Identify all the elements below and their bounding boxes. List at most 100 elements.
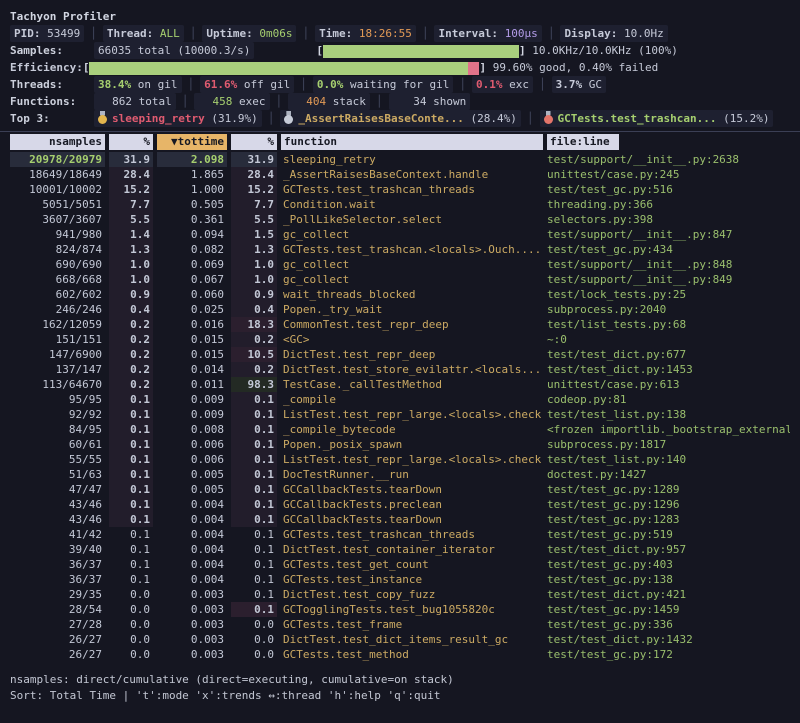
pct-cumulative-cell: 15.2 [231,182,277,197]
column-header-pct-direct[interactable]: % [109,134,153,150]
functions-stack-unit: stack [333,95,366,108]
separator: │ [90,27,97,40]
file-line: test/test_gc.py:516 [547,182,790,197]
table-row[interactable]: 29/350.00.0030.1DictTest.test_copy_fuzzt… [10,587,790,602]
table-row[interactable]: 95/950.10.0090.1_compilecodeop.py:81 [10,392,790,407]
table-row[interactable]: 246/2460.40.0250.4Popen._try_waitsubproc… [10,302,790,317]
interval-label: Interval: [438,27,498,40]
pct-direct-cell: 1.3 [109,242,153,257]
table-row[interactable]: 20978/2097931.92.09831.9sleeping_retryte… [10,152,790,167]
table-row[interactable]: 92/920.10.0090.1ListTest.test_repr_large… [10,407,790,422]
file-line: test/support/__init__.py:848 [547,257,790,272]
nsamples-cell: 51/63 [10,467,105,482]
bar-open-bracket: [ [83,61,90,74]
pct-cumulative-cell: 0.1 [231,392,277,407]
separator: │ [539,78,546,91]
table-row[interactable]: 41/420.10.0040.1GCTests.test_trashcan_th… [10,527,790,542]
table-row[interactable]: 10001/1000215.21.00015.2GCTests.test_tra… [10,182,790,197]
pct-direct-cell: 1.0 [109,257,153,272]
table-row[interactable]: 26/270.00.0030.0GCTests.test_methodtest/… [10,647,790,662]
table-row[interactable]: 51/630.10.0050.1DocTestRunner.__rundocte… [10,467,790,482]
pct-direct-cell: 0.9 [109,287,153,302]
file-line: unittest/case.py:245 [547,167,790,182]
table-row[interactable]: 28/540.00.0030.1GCTogglingTests.test_bug… [10,602,790,617]
function-name: _compile_bytecode [281,422,543,437]
pct-cumulative-cell: 0.0 [231,632,277,647]
table-row[interactable]: 36/370.10.0040.1GCTests.test_get_countte… [10,557,790,572]
thread-field[interactable]: Thread: ALL [103,25,184,42]
function-name: gc_collect [281,272,543,287]
function-name: _compile [281,392,543,407]
column-header-pct-cumulative[interactable]: % [231,134,277,150]
top3-row: Top 3:sleeping_retry (31.9%)│_AssertRais… [10,110,790,127]
table-row[interactable]: 162/120590.20.01618.3CommonTest.test_rep… [10,317,790,332]
column-header-function[interactable]: function [281,134,543,150]
bar-open-bracket: [ [316,44,323,57]
table-row[interactable]: 43/460.10.0040.1GCCallbackTests.preclean… [10,497,790,512]
pct-cumulative-cell: 0.9 [231,287,277,302]
table-row[interactable]: 147/69000.20.01510.5DictTest.test_repr_d… [10,347,790,362]
table-row[interactable]: 941/9801.40.0941.5gc_collecttest/support… [10,227,790,242]
nsamples-cell: 18649/18649 [10,167,105,182]
functions-total: 862 total [94,93,176,110]
pct-direct-cell: 28.4 [109,167,153,182]
function-name: DictTest.test_container_iterator [281,542,543,557]
table-row[interactable]: 26/270.00.0030.0DictTest.test_dict_items… [10,632,790,647]
table-row[interactable]: 668/6681.00.0671.0gc_collecttest/support… [10,272,790,287]
pct-direct-cell: 0.1 [109,482,153,497]
table-row[interactable]: 5051/50517.70.5057.7Condition.waitthread… [10,197,790,212]
table-row[interactable]: 113/646700.20.01198.3TestCase._callTestM… [10,377,790,392]
table-row[interactable]: 824/8741.30.0821.3GCTests.test_trashcan.… [10,242,790,257]
top3-item-3: GCTests.test_trashcan... (15.2%) [540,110,774,127]
pct-direct-cell: 0.1 [109,572,153,587]
column-header-tottime-sorted[interactable]: ▼tottime [157,134,227,150]
time-label: Time: [319,27,352,40]
table-row[interactable]: 602/6020.90.0600.9wait_threads_blockedte… [10,287,790,302]
display-field: Display: 10.0Hz [560,25,667,42]
file-line: test/list_tests.py:68 [547,317,790,332]
nsamples-cell: 92/92 [10,407,105,422]
file-line: test/test_dict.py:957 [547,542,790,557]
table-row[interactable]: 36/370.10.0040.1GCTests.test_instancetes… [10,572,790,587]
nsamples-cell: 47/47 [10,482,105,497]
pct-cumulative-cell: 0.1 [231,542,277,557]
status-bar: PID: 53499│Thread: ALL│Uptime: 0m06s│Tim… [10,25,790,42]
threads-gc: 3.7% GC [552,76,606,93]
function-name: GCTests.test_instance [281,572,543,587]
tottime-cell: 0.009 [157,392,227,407]
bronze-medal-icon [544,111,553,124]
nsamples-cell: 941/980 [10,227,105,242]
table-row[interactable]: 55/550.10.0060.1ListTest.test_repr_large… [10,452,790,467]
table-row[interactable]: 27/280.00.0030.0GCTests.test_frametest/t… [10,617,790,632]
nsamples-cell: 95/95 [10,392,105,407]
table-row[interactable]: 43/460.10.0040.1GCCallbackTests.tearDown… [10,512,790,527]
function-name: GCTests.test_frame [281,617,543,632]
pct-direct-cell: 0.1 [109,407,153,422]
table-row[interactable]: 151/1510.20.0150.2<GC>~:0 [10,332,790,347]
table-row[interactable]: 690/6901.00.0691.0gc_collecttest/support… [10,257,790,272]
function-name: DictTest.test_repr_deep [281,347,543,362]
pct-direct-cell: 5.5 [109,212,153,227]
pct-direct-cell: 0.2 [109,332,153,347]
tottime-cell: 1.865 [157,167,227,182]
table-row[interactable]: 47/470.10.0050.1GCCallbackTests.tearDown… [10,482,790,497]
top3-pct-2: (28.4%) [471,112,517,125]
table-row[interactable]: 60/610.10.0060.1Popen._posix_spawnsubpro… [10,437,790,452]
file-line: <frozen importlib._bootstrap_external [547,422,790,437]
column-header-file-line[interactable]: file:line [547,134,619,150]
tottime-cell: 0.004 [157,572,227,587]
table-row[interactable]: 18649/1864928.41.86528.4_AssertRaisesBas… [10,167,790,182]
pct-direct-cell: 0.2 [109,362,153,377]
table-row[interactable]: 39/400.10.0040.1DictTest.test_container_… [10,542,790,557]
file-line: subprocess.py:2040 [547,302,790,317]
interval-field: Interval: 100μs [434,25,541,42]
top3-label: Top 3: [10,110,94,127]
file-line: test/test_dict.py:677 [547,347,790,362]
column-header-nsamples[interactable]: nsamples [10,134,105,150]
table-row[interactable]: 3607/36075.50.3615.5_PollLikeSelector.se… [10,212,790,227]
tottime-cell: 2.098 [157,152,227,167]
table-row[interactable]: 137/1470.20.0140.2DictTest.test_store_ev… [10,362,790,377]
table-row[interactable]: 84/950.10.0080.1_compile_bytecode<frozen… [10,422,790,437]
uptime-label: Uptime: [206,27,252,40]
footer-keybinds: Sort: Total Time | 't':mode 'x':trends ↔… [10,688,790,704]
